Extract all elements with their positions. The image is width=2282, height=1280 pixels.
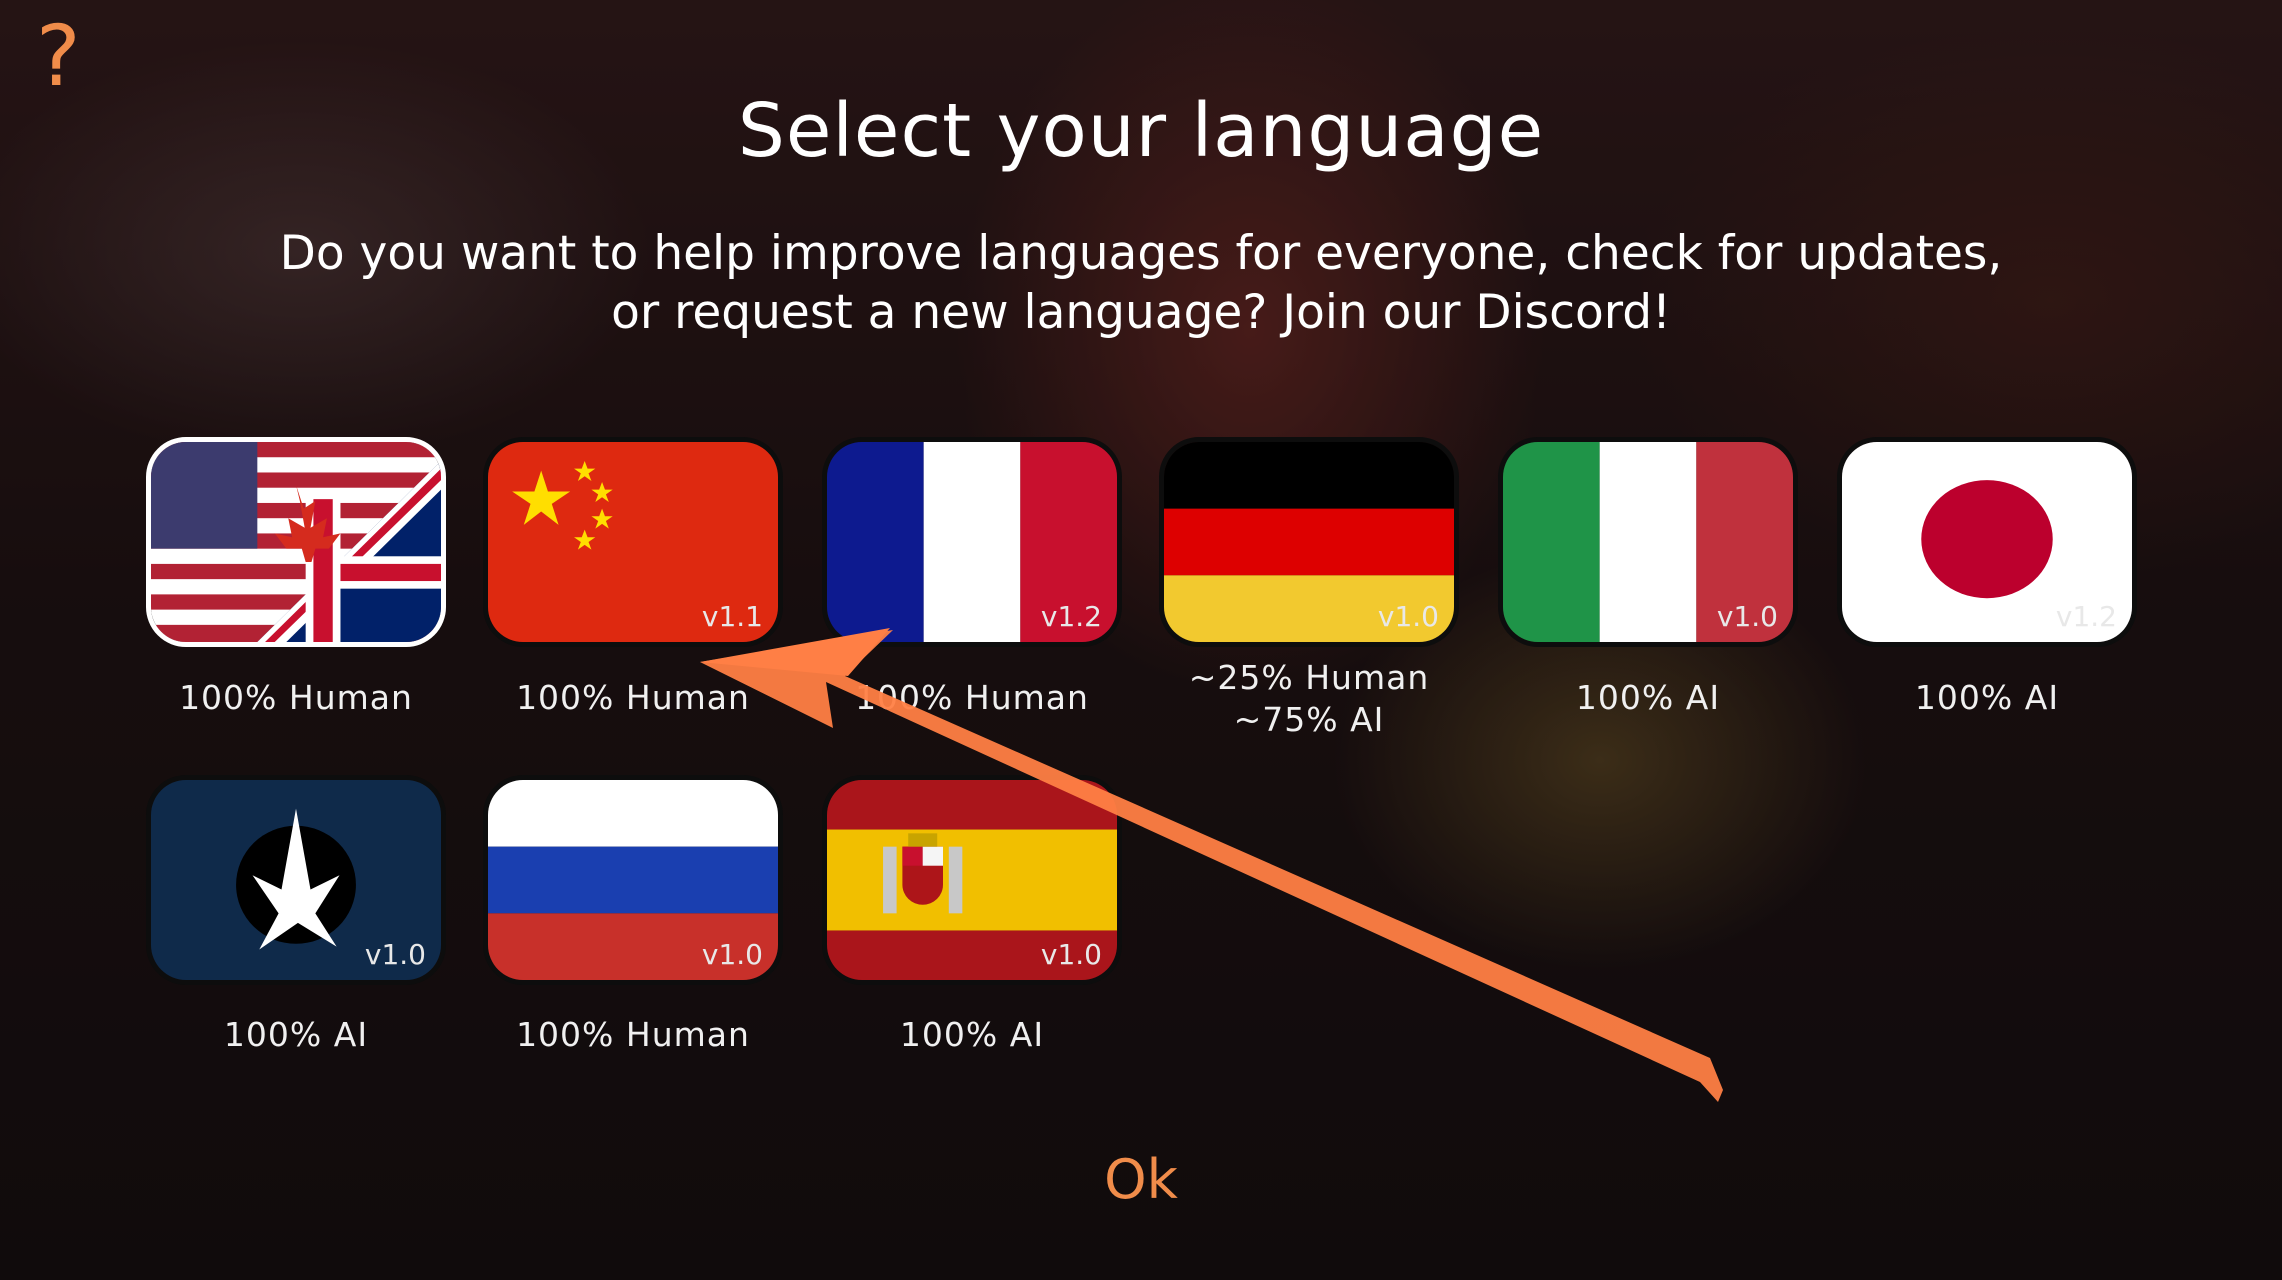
- version-label: v1.0: [364, 938, 426, 971]
- version-label: v1.0: [1377, 600, 1439, 633]
- language-option-klingon[interactable]: v1.0: [146, 775, 446, 985]
- language-label: 100% Human: [516, 678, 750, 717]
- version-label: v1.2: [2055, 600, 2117, 633]
- version-label: v1.0: [1040, 938, 1102, 971]
- language-label: 100% Human: [855, 678, 1089, 717]
- us-canada-uk-flag-icon: [146, 437, 446, 647]
- language-option-spanish[interactable]: v1.0: [822, 775, 1122, 985]
- help-icon[interactable]: ?: [36, 14, 81, 98]
- subtitle-line-2: or request a new language? Join our Disc…: [611, 285, 1671, 340]
- language-option-french[interactable]: v1.2: [822, 437, 1122, 647]
- language-option-japanese[interactable]: v1.2: [1837, 437, 2137, 647]
- language-label: 100% Human: [179, 678, 413, 717]
- language-option-chinese[interactable]: v1.1: [483, 437, 783, 647]
- language-option-german[interactable]: v1.0: [1159, 437, 1459, 647]
- language-label: 100% AI: [1575, 678, 1721, 717]
- language-label-secondary: ~75% AI: [1233, 700, 1385, 739]
- version-label: v1.2: [1040, 600, 1102, 633]
- language-option-italian[interactable]: v1.0: [1498, 437, 1798, 647]
- ok-button[interactable]: Ok: [0, 1148, 2282, 1211]
- language-label: 100% AI: [223, 1015, 369, 1054]
- subtitle-line-1: Do you want to help improve languages fo…: [279, 226, 2003, 281]
- language-label: 100% Human: [516, 1015, 750, 1054]
- language-label: ~25% Human: [1188, 658, 1430, 697]
- version-label: v1.1: [701, 600, 763, 633]
- version-label: v1.0: [1716, 600, 1778, 633]
- language-label: 100% AI: [899, 1015, 1045, 1054]
- version-label: v1.0: [701, 938, 763, 971]
- language-label: 100% AI: [1914, 678, 2060, 717]
- language-option-english[interactable]: [146, 437, 446, 647]
- language-option-russian[interactable]: v1.0: [483, 775, 783, 985]
- page-title: Select your language: [737, 88, 1545, 174]
